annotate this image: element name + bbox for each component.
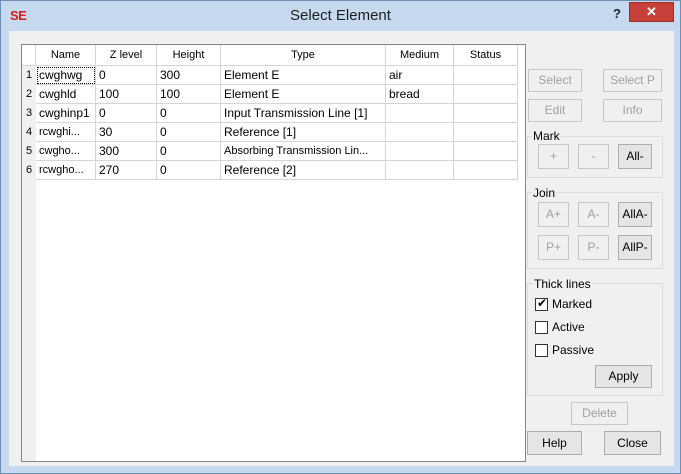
cell-status[interactable] [454, 66, 518, 85]
cell-type[interactable]: Absorbing Transmission Lin... [221, 142, 386, 161]
mark-group-label: Mark [532, 129, 561, 143]
cell-name[interactable]: cwghinp1 [36, 104, 96, 123]
cell-height[interactable]: 0 [157, 123, 221, 142]
cell-height[interactable]: 300 [157, 66, 221, 85]
cell-height[interactable]: 0 [157, 104, 221, 123]
cell-z-level[interactable]: 270 [96, 161, 157, 180]
passive-checkbox-label[interactable]: Passive [552, 343, 594, 357]
col-header-type[interactable]: Type [221, 45, 386, 66]
dialog-body: Name Z level Height Type Medium Status 1… [9, 31, 674, 466]
cell-status[interactable] [454, 142, 518, 161]
active-checkbox[interactable] [535, 321, 548, 334]
cell-status[interactable] [454, 85, 518, 104]
help-icon[interactable]: ? [606, 4, 628, 24]
row-number: 6 [25, 164, 33, 176]
cell-type[interactable]: Reference [1] [221, 123, 386, 142]
select-p-button[interactable]: Select P [603, 69, 662, 92]
cell-medium[interactable]: bread [386, 85, 454, 104]
join-p-minus-button[interactable]: P- [578, 235, 609, 260]
cell-height[interactable]: 0 [157, 142, 221, 161]
delete-button[interactable]: Delete [571, 402, 628, 425]
mark-minus-button[interactable]: - [578, 144, 609, 169]
help-button[interactable]: Help [527, 431, 582, 455]
cell-type[interactable]: Input Transmission Line [1] [221, 104, 386, 123]
select-button[interactable]: Select [528, 69, 582, 92]
row-number: 2 [25, 88, 33, 100]
join-all-a-minus-button[interactable]: AllA- [618, 202, 652, 227]
marked-checkbox-label[interactable]: Marked [552, 297, 592, 311]
cell-status[interactable] [454, 104, 518, 123]
thick-lines-group-label: Thick lines [533, 277, 592, 291]
col-header-z-level[interactable]: Z level [96, 45, 157, 66]
checkmark-icon: ✔ [537, 296, 548, 310]
cell-z-level[interactable]: 30 [96, 123, 157, 142]
cell-name[interactable]: rcwgho... [36, 161, 96, 180]
cell-z-level[interactable]: 0 [96, 66, 157, 85]
cell-name[interactable]: cwghwg [36, 66, 96, 85]
cell-type[interactable]: Reference [2] [221, 161, 386, 180]
mark-all-minus-button[interactable]: All- [618, 144, 652, 169]
cell-z-level[interactable]: 300 [96, 142, 157, 161]
cell-name[interactable]: cwghld [36, 85, 96, 104]
cell-z-level[interactable]: 0 [96, 104, 157, 123]
cell-height[interactable]: 100 [157, 85, 221, 104]
cell-type[interactable]: Element E [221, 66, 386, 85]
title-bar[interactable]: SE Select Element ? ✕ [1, 1, 680, 31]
cell-z-level[interactable]: 100 [96, 85, 157, 104]
cell-medium[interactable] [386, 104, 454, 123]
close-window-icon[interactable]: ✕ [629, 2, 674, 22]
passive-checkbox[interactable] [535, 344, 548, 357]
window-title: Select Element [290, 7, 391, 24]
active-checkbox-label[interactable]: Active [552, 320, 585, 334]
join-a-plus-button[interactable]: A+ [538, 202, 569, 227]
edit-button[interactable]: Edit [528, 99, 582, 122]
info-button[interactable]: Info [603, 99, 662, 122]
cell-name[interactable]: cwgho... [36, 142, 96, 161]
cell-status[interactable] [454, 161, 518, 180]
cell-medium[interactable] [386, 142, 454, 161]
col-header-status[interactable]: Status [454, 45, 518, 66]
select-element-window: SE Select Element ? ✕ Name Z level Heigh… [0, 0, 681, 474]
join-p-plus-button[interactable]: P+ [538, 235, 569, 260]
cell-medium[interactable]: air [386, 66, 454, 85]
apply-button[interactable]: Apply [595, 365, 652, 388]
join-all-p-minus-button[interactable]: AllP- [618, 235, 652, 260]
mark-plus-button[interactable]: + [538, 144, 569, 169]
cell-medium[interactable] [386, 123, 454, 142]
col-header-medium[interactable]: Medium [386, 45, 454, 66]
close-button[interactable]: Close [604, 431, 661, 455]
col-header-name[interactable]: Name [36, 45, 96, 66]
join-a-minus-button[interactable]: A- [578, 202, 609, 227]
cell-status[interactable] [454, 123, 518, 142]
marked-checkbox[interactable]: ✔ [535, 296, 548, 311]
row-header-corner [22, 45, 36, 66]
join-group-label: Join [532, 186, 557, 200]
row-number: 5 [25, 145, 33, 157]
cell-height[interactable]: 0 [157, 161, 221, 180]
element-table[interactable]: Name Z level Height Type Medium Status 1… [21, 44, 526, 462]
row-number: 1 [25, 69, 33, 81]
cell-name[interactable]: rcwghi... [36, 123, 96, 142]
row-number: 4 [25, 126, 33, 138]
cell-medium[interactable] [386, 161, 454, 180]
col-header-height[interactable]: Height [157, 45, 221, 66]
cell-type[interactable]: Element E [221, 85, 386, 104]
row-number: 3 [25, 107, 33, 119]
